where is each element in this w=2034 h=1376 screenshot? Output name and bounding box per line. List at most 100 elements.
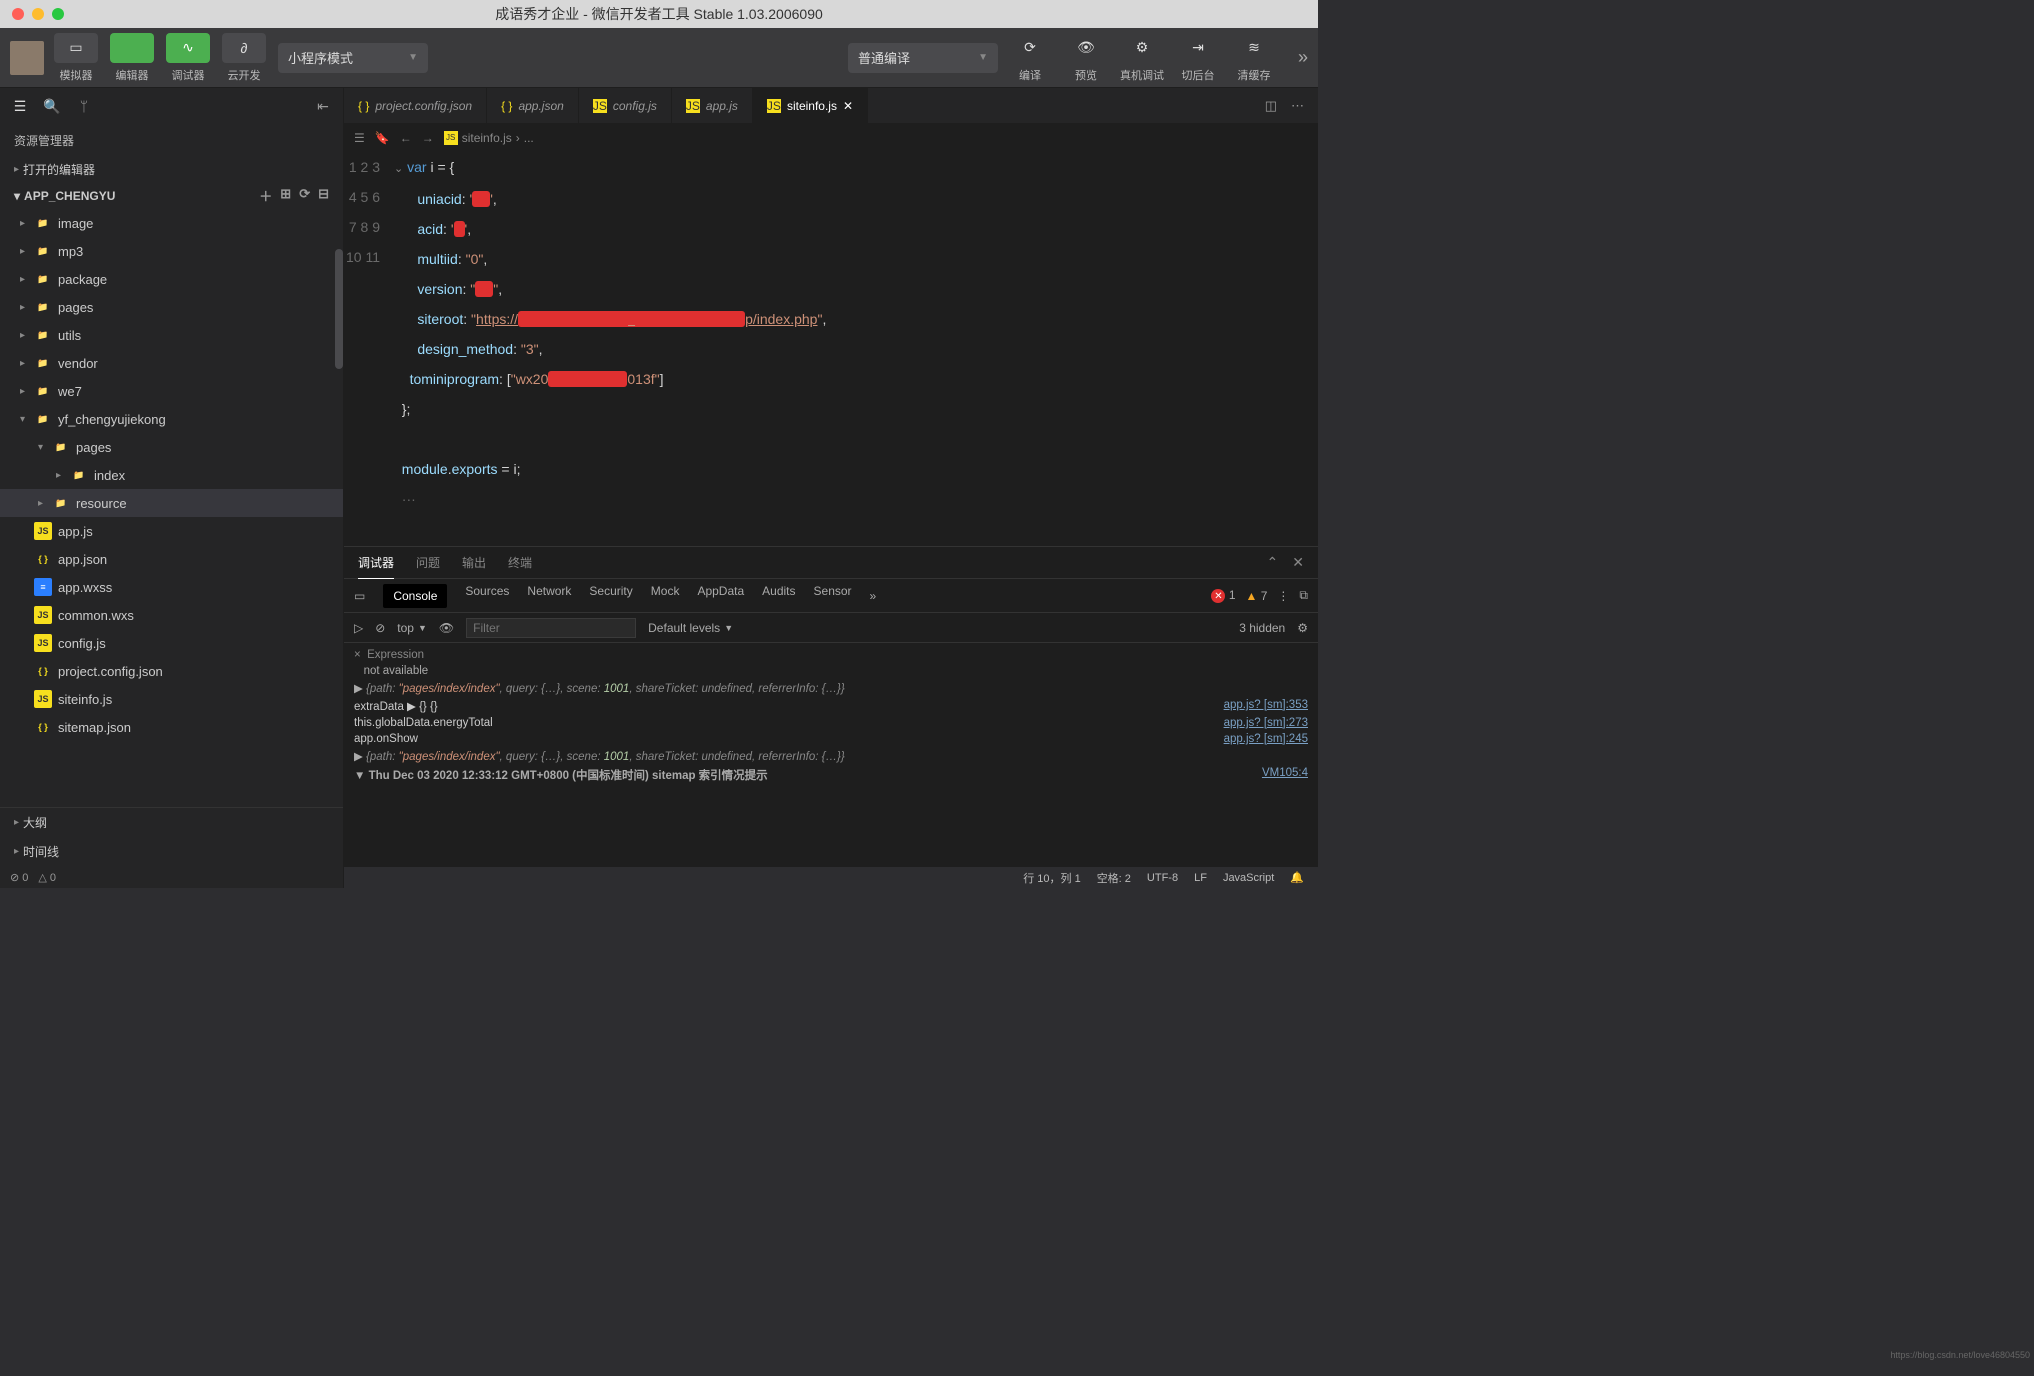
tree-project.config.json[interactable]: { }project.config.json: [0, 657, 343, 685]
tree-utils[interactable]: ▸📁utils: [0, 321, 343, 349]
source-link[interactable]: app.js? [sm]:273: [1224, 717, 1308, 729]
tree-sitemap.json[interactable]: { }sitemap.json: [0, 713, 343, 741]
devtab-Sensor[interactable]: Sensor: [814, 584, 852, 608]
new-file-icon[interactable]: ＋: [259, 186, 272, 205]
collapse-all-icon[interactable]: ⊟: [318, 186, 329, 205]
console-row[interactable]: this.globalData.energyTotalapp.js? [sm]:…: [354, 715, 1308, 731]
eye-icon[interactable]: 👁: [439, 621, 454, 635]
cursor-position[interactable]: 行 10，列 1: [1023, 870, 1080, 886]
tree-app.wxss[interactable]: ≡app.wxss: [0, 573, 343, 601]
devtab-AppData[interactable]: AppData: [697, 584, 744, 608]
back-icon[interactable]: ←: [400, 131, 412, 145]
error-badge[interactable]: ✕: [1211, 589, 1225, 603]
console-row[interactable]: ▶ {path: "pages/index/index", query: {…}…: [354, 747, 1308, 765]
outline-icon[interactable]: ☰: [354, 131, 365, 145]
toolbar-预览[interactable]: 👁预览: [1064, 33, 1108, 83]
toolbar-调试器[interactable]: ∿调试器: [166, 33, 210, 83]
dock-icon[interactable]: ⧉: [1299, 588, 1308, 603]
source-link[interactable]: app.js? [sm]:245: [1224, 733, 1308, 745]
close-icon[interactable]: ✕: [843, 99, 853, 113]
panel-tab-输出[interactable]: 输出: [462, 547, 486, 578]
breadcrumb-path[interactable]: JS siteinfo.js › ...: [444, 131, 534, 145]
split-icon[interactable]: ◫: [1265, 98, 1277, 114]
devtab-Sources[interactable]: Sources: [465, 584, 509, 608]
tree-image[interactable]: ▸📁image: [0, 209, 343, 237]
language-info[interactable]: JavaScript: [1223, 872, 1274, 884]
forward-icon[interactable]: →: [422, 131, 434, 145]
tab-project.config.json[interactable]: { }project.config.json: [344, 88, 487, 123]
encoding-info[interactable]: UTF-8: [1147, 872, 1178, 884]
console-row[interactable]: ▶ {path: "pages/index/index", query: {…}…: [354, 679, 1308, 697]
refresh-icon[interactable]: ⟳: [299, 186, 310, 205]
devtab-Mock[interactable]: Mock: [651, 584, 680, 608]
tree-resource[interactable]: ▸📁resource: [0, 489, 343, 517]
tab-siteinfo.js[interactable]: JSsiteinfo.js ✕: [753, 88, 868, 123]
toolbar-编译[interactable]: ⟳编译: [1008, 33, 1052, 83]
minimize-window-icon[interactable]: [32, 8, 44, 20]
panel-tab-调试器[interactable]: 调试器: [358, 547, 394, 579]
devtab-Audits[interactable]: Audits: [762, 584, 795, 608]
tab-config.js[interactable]: JSconfig.js: [579, 88, 672, 123]
toolbar-模拟器[interactable]: ▭模拟器: [54, 33, 98, 83]
panel-tab-终端[interactable]: 终端: [508, 547, 532, 578]
devtab-Console[interactable]: Console: [383, 584, 447, 608]
tree-config.js[interactable]: JSconfig.js: [0, 629, 343, 657]
open-editors-section[interactable]: ▸打开的编辑器: [0, 157, 343, 182]
collapse-icon[interactable]: ⇤: [309, 92, 337, 120]
list-icon[interactable]: ☰: [6, 92, 34, 120]
close-window-icon[interactable]: [12, 8, 24, 20]
tree-pages[interactable]: ▾📁pages: [0, 433, 343, 461]
hidden-count[interactable]: 3 hidden: [1239, 621, 1285, 635]
chevron-up-icon[interactable]: ⌃: [1267, 554, 1279, 571]
compile-dropdown[interactable]: 普通编译▼: [848, 43, 998, 73]
play-icon[interactable]: ▷: [354, 621, 363, 635]
console-row[interactable]: ▼ Thu Dec 03 2020 12:33:12 GMT+0800 (中国标…: [354, 765, 1308, 785]
tree-index[interactable]: ▸📁index: [0, 461, 343, 489]
tree-common.wxs[interactable]: JScommon.wxs: [0, 601, 343, 629]
toolbar-云开发[interactable]: ∂云开发: [222, 33, 266, 83]
devtools-select-icon[interactable]: ▭: [354, 589, 365, 603]
filter-input[interactable]: [466, 618, 636, 638]
devtools-more-icon[interactable]: »: [870, 589, 877, 603]
console-row[interactable]: app.onShowapp.js? [sm]:245: [354, 731, 1308, 747]
branch-icon[interactable]: ᛘ: [70, 92, 98, 120]
outline-section[interactable]: ▸大纲: [0, 808, 343, 837]
scrollbar-thumb[interactable]: [335, 249, 343, 369]
toolbar-真机调试[interactable]: ⚙真机调试: [1120, 33, 1164, 83]
tab-app.json[interactable]: { }app.json: [487, 88, 579, 123]
tree-mp3[interactable]: ▸📁mp3: [0, 237, 343, 265]
tree-package[interactable]: ▸📁package: [0, 265, 343, 293]
devtab-Network[interactable]: Network: [527, 584, 571, 608]
new-folder-icon[interactable]: ⊞: [280, 186, 291, 205]
tree-siteinfo.js[interactable]: JSsiteinfo.js: [0, 685, 343, 713]
code-editor[interactable]: 1 2 3 4 5 6 7 8 9 10 11 ⌄ var i = { unia…: [344, 152, 1318, 546]
tree-pages[interactable]: ▸📁pages: [0, 293, 343, 321]
gear-icon[interactable]: ⚙: [1297, 621, 1308, 635]
tree-vendor[interactable]: ▸📁vendor: [0, 349, 343, 377]
devtab-Security[interactable]: Security: [589, 584, 632, 608]
project-header[interactable]: ▾APP_CHENGYU ＋ ⊞ ⟳ ⊟: [0, 182, 343, 209]
context-dropdown[interactable]: top ▼: [397, 621, 427, 635]
bookmark-icon[interactable]: 🔖: [375, 131, 390, 145]
more-icon[interactable]: »: [1298, 47, 1308, 68]
eol-info[interactable]: LF: [1194, 872, 1207, 884]
toolbar-编辑器[interactable]: 编辑器: [110, 33, 154, 83]
ellipsis-icon[interactable]: ⋯: [1291, 98, 1304, 114]
source-link[interactable]: VM105:4: [1262, 767, 1308, 783]
close-icon[interactable]: ✕: [1292, 554, 1304, 571]
toolbar-清缓存[interactable]: ≋清缓存: [1232, 33, 1276, 83]
search-icon[interactable]: 🔍: [38, 92, 66, 120]
console-row[interactable]: extraData ▶ {} {}app.js? [sm]:353: [354, 697, 1308, 715]
tree-we7[interactable]: ▸📁we7: [0, 377, 343, 405]
panel-tab-问题[interactable]: 问题: [416, 547, 440, 578]
tree-app.js[interactable]: JSapp.js: [0, 517, 343, 545]
tree-yf_chengyujiekong[interactable]: ▾📁yf_chengyujiekong: [0, 405, 343, 433]
warn-badge[interactable]: ▲: [1246, 589, 1258, 603]
avatar[interactable]: [10, 41, 44, 75]
timeline-section[interactable]: ▸时间线: [0, 837, 343, 866]
indent-info[interactable]: 空格: 2: [1097, 870, 1131, 886]
mode-dropdown[interactable]: 小程序模式▼: [278, 43, 428, 73]
source-link[interactable]: app.js? [sm]:353: [1224, 699, 1308, 713]
kebab-icon[interactable]: ⋮: [1277, 589, 1289, 603]
tree-app.json[interactable]: { }app.json: [0, 545, 343, 573]
